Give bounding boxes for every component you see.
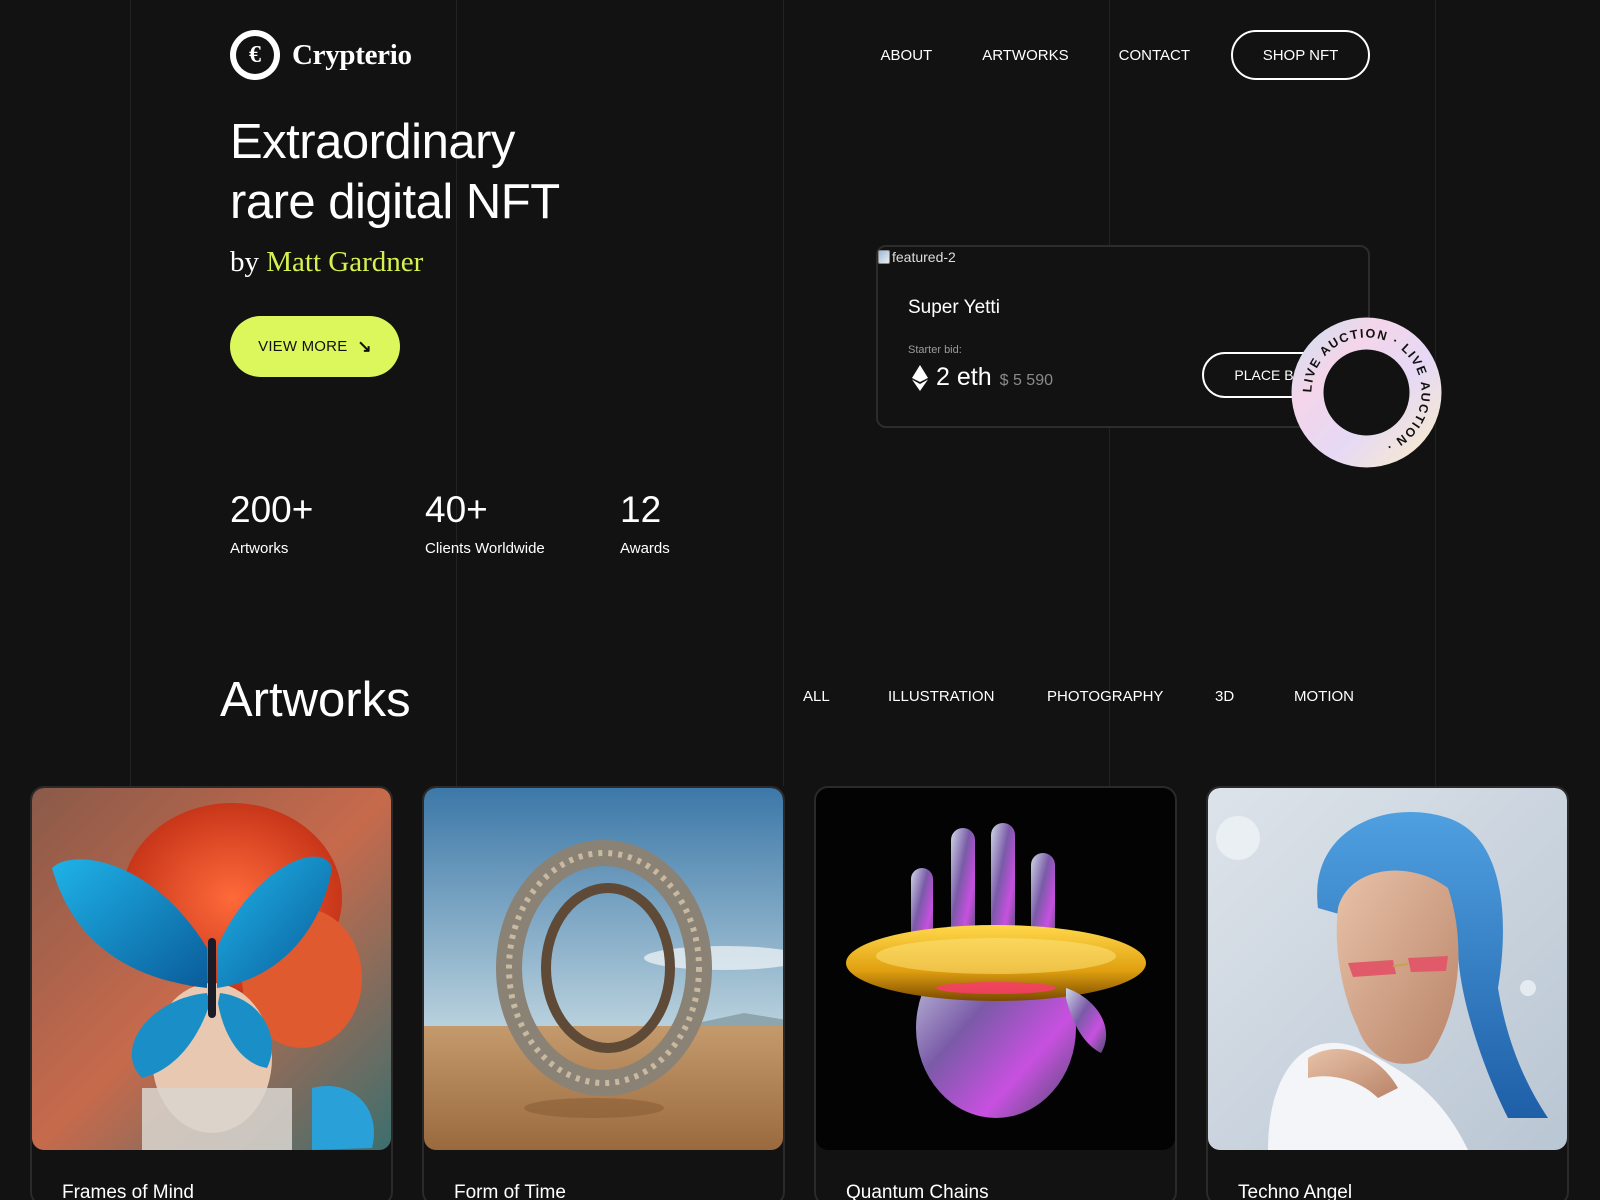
broken-image-icon — [878, 250, 890, 264]
ethereum-icon — [912, 364, 928, 391]
stat-label: Awards — [620, 540, 670, 557]
byline-prefix: by — [230, 246, 259, 278]
artwork-image — [1208, 788, 1567, 1150]
nav-link-contact[interactable]: CONTACT — [1119, 47, 1190, 64]
artwork-card[interactable]: Frames of Mind — [30, 786, 393, 1200]
hero-title-line1: Extraordinary — [230, 115, 515, 169]
artwork-image — [32, 788, 391, 1150]
hero-title: Extraordinary rare digital NFT — [230, 112, 560, 232]
techno-angel-portrait-image — [1208, 788, 1567, 1150]
featured-image-placeholder: featured-2 — [878, 249, 956, 265]
arrow-down-right-icon: ↘ — [357, 337, 372, 356]
shop-nft-button[interactable]: SHOP NFT — [1231, 30, 1370, 80]
starter-bid-label: Starter bid: — [908, 344, 962, 356]
nav-link-artworks[interactable]: ARTWORKS — [982, 47, 1068, 64]
artist-byline: by Matt Gardner — [230, 246, 423, 279]
stat-label: Artworks — [230, 540, 289, 557]
stat-awards: 12 Awards — [620, 488, 670, 557]
brand-logo[interactable]: € Crypterio — [230, 30, 412, 80]
artwork-card[interactable]: Techno Angel — [1206, 786, 1569, 1200]
butterfly-portrait-image — [32, 788, 391, 1150]
artwork-card[interactable]: Quantum Chains — [814, 786, 1177, 1200]
stat-clients: 40+ Clients Worldwide — [425, 488, 545, 557]
grid-line — [783, 0, 784, 786]
view-more-label: VIEW MORE — [258, 338, 348, 355]
artwork-filters: ALL ILLUSTRATION PHOTOGRAPHY 3D MOTION — [0, 688, 1600, 710]
page: € Crypterio ABOUT ARTWORKS CONTACT SHOP … — [0, 0, 1600, 1200]
nav-link-about[interactable]: ABOUT — [881, 47, 933, 64]
artwork-title[interactable]: Quantum Chains — [846, 1182, 989, 1200]
artwork-title[interactable]: Frames of Mind — [62, 1182, 194, 1200]
brand-name: Crypterio — [292, 38, 412, 71]
artwork-image — [424, 788, 783, 1150]
filter-illustration[interactable]: ILLUSTRATION — [888, 688, 994, 705]
artwork-image — [816, 788, 1175, 1150]
logo-mark-glyph: € — [249, 42, 261, 68]
filter-all[interactable]: ALL — [803, 688, 830, 705]
stat-value: 200+ — [230, 489, 314, 530]
artwork-title[interactable]: Form of Time — [454, 1182, 566, 1200]
main-nav: ABOUT ARTWORKS CONTACT SHOP NFT — [881, 30, 1370, 80]
filter-motion[interactable]: MOTION — [1294, 688, 1354, 705]
artist-name[interactable]: Matt Gardner — [266, 246, 423, 278]
price-usd: $ 5 590 — [999, 372, 1053, 389]
filter-3d[interactable]: 3D — [1215, 688, 1234, 705]
grid-line — [130, 0, 131, 786]
live-auction-badge: LIVE AUCTION · LIVE AUCTION · — [1291, 317, 1442, 468]
hero-title-line2: rare digital NFT — [230, 175, 560, 229]
stat-value: 40+ — [425, 489, 488, 530]
desert-ring-image — [424, 788, 783, 1150]
filter-photography[interactable]: PHOTOGRAPHY — [1047, 688, 1163, 705]
artwork-title[interactable]: Techno Angel — [1238, 1182, 1352, 1200]
view-more-button[interactable]: VIEW MORE ↘ — [230, 316, 400, 377]
artwork-card[interactable]: Form of Time — [422, 786, 785, 1200]
coin-logo-icon: € — [230, 30, 280, 80]
stat-artworks: 200+ Artworks — [230, 488, 313, 557]
featured-price: 2 eth $ 5 590 — [912, 363, 1053, 392]
stat-label: Clients Worldwide — [425, 540, 545, 557]
featured-image-alt: featured-2 — [892, 249, 956, 265]
featured-title[interactable]: Super Yetti — [908, 297, 1000, 319]
quantum-hand-image — [816, 788, 1175, 1150]
stat-value: 12 — [620, 489, 662, 530]
price-eth: 2 eth — [936, 363, 992, 391]
